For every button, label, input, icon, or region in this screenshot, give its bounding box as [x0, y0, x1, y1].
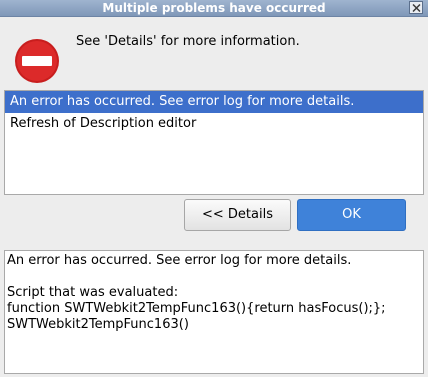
errors-list[interactable]: An error has occurred. See error log for… [4, 90, 424, 195]
close-icon [412, 4, 421, 12]
details-text-area[interactable]: An error has occurred. See error log for… [4, 250, 424, 374]
window-title: Multiple problems have occurred [102, 1, 326, 15]
ok-button[interactable]: OK [297, 199, 406, 231]
dialog-body: See 'Details' for more information. An e… [0, 17, 428, 377]
window-titlebar[interactable]: Multiple problems have occurred [0, 0, 428, 17]
details-button[interactable]: << Details [184, 199, 291, 231]
close-window-button[interactable] [409, 1, 423, 14]
list-item[interactable]: Refresh of Description editor [5, 113, 423, 135]
list-item[interactable]: An error has occurred. See error log for… [5, 91, 423, 113]
summary-message: See 'Details' for more information. [76, 34, 300, 49]
error-stop-icon [15, 39, 59, 83]
